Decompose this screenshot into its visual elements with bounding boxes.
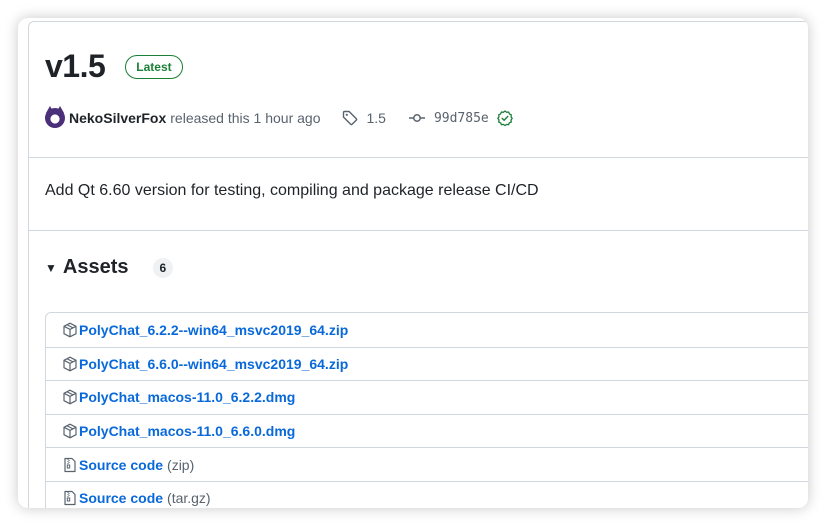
- assets-list: PolyChat_6.2.2--win64_msvc2019_64.zip Po…: [45, 312, 808, 508]
- commit-link[interactable]: 99d785e: [434, 111, 489, 126]
- package-icon: [63, 356, 77, 372]
- assets-count-badge: 6: [152, 257, 174, 278]
- assets-title: Assets: [62, 256, 129, 278]
- asset-row: PolyChat_6.6.0--win64_msvc2019_64.zip: [46, 346, 808, 381]
- package-icon: [63, 390, 77, 405]
- package-icon: [63, 423, 77, 439]
- avatar[interactable]: [45, 106, 65, 128]
- tag-icon: [343, 110, 358, 126]
- asset-link[interactable]: Source code: [79, 490, 163, 506]
- release-version-title[interactable]: v1.5: [45, 48, 106, 85]
- asset-link[interactable]: PolyChat_macos-11.0_6.6.0.dmg: [79, 423, 295, 439]
- asset-row: PolyChat_macos-11.0_6.2.2.dmg: [46, 380, 808, 414]
- release-card: v1.5 Latest NekoSilverFox released this …: [28, 21, 808, 508]
- tag-link[interactable]: 1.5: [366, 110, 385, 126]
- asset-suffix: (zip): [167, 456, 195, 473]
- caret-down-icon: ▼: [45, 260, 57, 275]
- released-text: released this 1 hour ago: [170, 110, 321, 126]
- asset-row: PolyChat_macos-11.0_6.6.0.dmg: [46, 413, 808, 448]
- divider: [29, 230, 808, 231]
- asset-row: PolyChat_6.2.2--win64_msvc2019_64.zip: [46, 313, 808, 347]
- verified-check-icon[interactable]: [496, 110, 513, 126]
- file-zip-icon: [64, 491, 76, 506]
- divider: [29, 157, 808, 158]
- author-link[interactable]: NekoSilverFox: [69, 110, 166, 126]
- release-description: Add Qt 6.60 version for testing, compili…: [45, 182, 539, 199]
- assets-toggle[interactable]: ▼ Assets 6: [45, 256, 174, 279]
- asset-suffix: (tar.gz): [167, 490, 211, 507]
- package-icon: [63, 322, 77, 338]
- asset-row: Source code (tar.gz): [46, 480, 808, 508]
- asset-row: Source code (zip): [46, 447, 808, 481]
- file-zip-icon: [64, 457, 76, 472]
- asset-link[interactable]: PolyChat_macos-11.0_6.2.2.dmg: [79, 389, 295, 405]
- asset-link[interactable]: Source code: [79, 457, 163, 473]
- asset-link[interactable]: PolyChat_6.6.0--win64_msvc2019_64.zip: [79, 356, 348, 372]
- release-meta: NekoSilverFox released this 1 hour ago 1…: [45, 106, 513, 128]
- asset-link[interactable]: PolyChat_6.2.2--win64_msvc2019_64.zip: [79, 322, 348, 338]
- latest-badge: Latest: [125, 54, 183, 79]
- browser-window: v1.5 Latest NekoSilverFox released this …: [18, 18, 808, 508]
- release-title-row: v1.5 Latest: [45, 48, 183, 85]
- git-commit-icon: [408, 114, 425, 122]
